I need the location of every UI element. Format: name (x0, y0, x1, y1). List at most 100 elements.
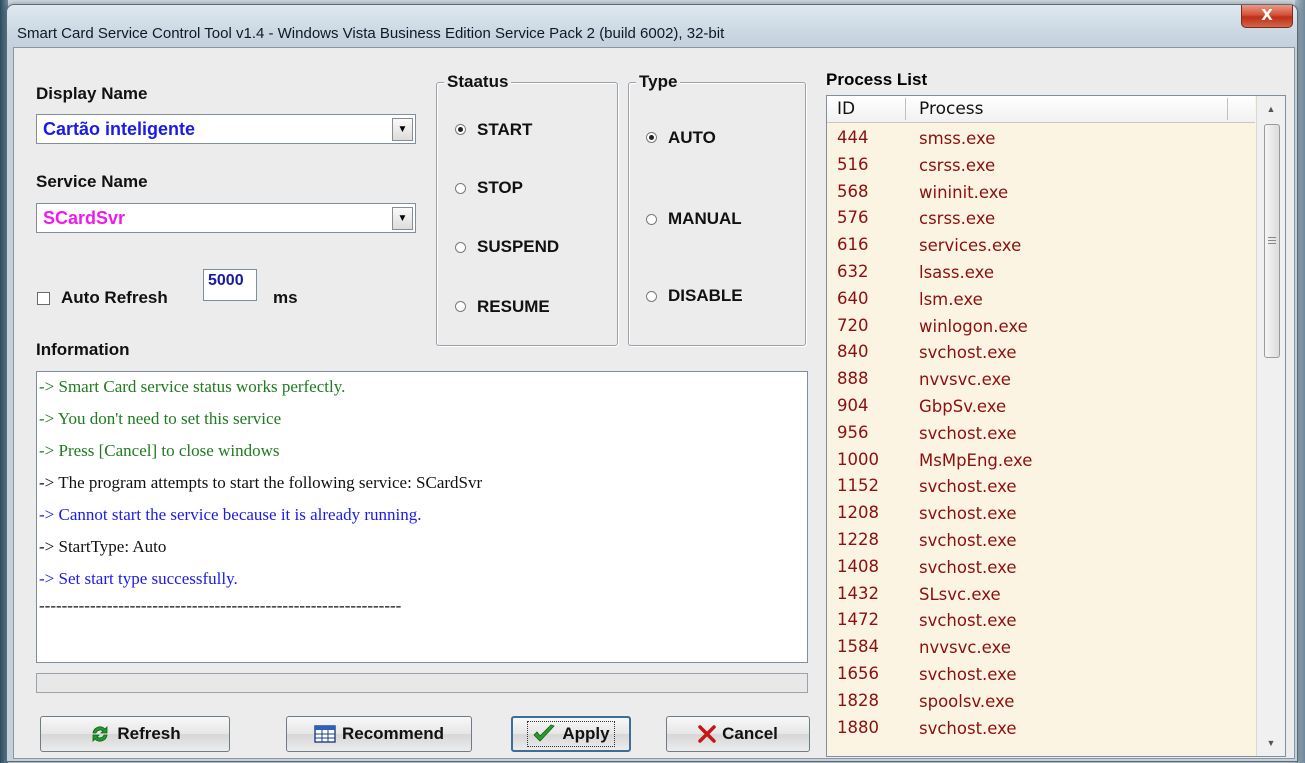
client-area: Display Name Cartão inteligente ▼ Servic… (13, 47, 1295, 759)
process-row[interactable]: 1228 svchost.exe (827, 528, 1255, 555)
status-resume-label[interactable]: RESUME (477, 297, 550, 317)
type-manual-radio[interactable] (646, 214, 657, 225)
grip-icon (1268, 237, 1276, 244)
refresh-interval-input[interactable]: 5000 (203, 269, 257, 301)
app-window: Smart Card Service Control Tool v1.4 - W… (6, 4, 1298, 762)
service-name-combo[interactable]: SCardSvr ▼ (36, 203, 416, 233)
process-id: 632 (837, 261, 869, 281)
status-suspend-radio[interactable] (455, 242, 466, 253)
information-label: Information (36, 340, 130, 359)
process-name: svchost.exe (919, 664, 1017, 684)
type-manual-label[interactable]: MANUAL (668, 209, 742, 229)
process-row[interactable]: 888 nvvsvc.exe (827, 367, 1255, 394)
process-name: svchost.exe (919, 477, 1017, 497)
apply-button-label: Apply (562, 724, 610, 743)
log-line: -> The program attempts to start the fol… (39, 473, 483, 492)
title-bar[interactable]: Smart Card Service Control Tool v1.4 - W… (7, 5, 1297, 47)
process-row[interactable]: 444 smss.exe (827, 126, 1255, 153)
process-row[interactable]: 1828 spoolsv.exe (827, 689, 1255, 716)
service-name-label: Service Name (36, 172, 148, 191)
process-row[interactable]: 956 svchost.exe (827, 421, 1255, 448)
auto-refresh-label: Auto Refresh (61, 288, 168, 307)
status-suspend-label[interactable]: SUSPEND (477, 237, 559, 257)
table-icon (314, 725, 336, 743)
type-auto-radio[interactable] (646, 132, 657, 143)
process-row[interactable]: 1000 MsMpEng.exe (827, 448, 1255, 475)
log-divider: ----------------------------------------… (39, 596, 402, 615)
status-stop-radio[interactable] (455, 183, 466, 194)
status-resume-radio[interactable] (455, 301, 466, 312)
scrollbar-thumb[interactable] (1264, 124, 1280, 358)
process-id: 640 (837, 288, 869, 308)
column-separator[interactable] (905, 98, 906, 120)
process-list[interactable]: ID Process 444 smss.exe 516 csrss.exe 568 win… (826, 95, 1286, 757)
process-row[interactable]: 632 lsass.exe (827, 260, 1255, 287)
process-list-title: Process List (826, 70, 928, 89)
process-name: svchost.exe (919, 718, 1017, 738)
close-button[interactable]: X (1241, 5, 1293, 28)
status-start-label[interactable]: START (477, 120, 532, 140)
recommend-button[interactable]: Recommend (286, 716, 472, 752)
process-id: 956 (837, 422, 869, 442)
process-row[interactable]: 1656 svchost.exe (827, 662, 1255, 689)
process-name: svchost.exe (919, 423, 1017, 443)
column-separator[interactable] (1227, 98, 1228, 120)
process-name: lsm.exe (919, 289, 983, 309)
process-row[interactable]: 616 services.exe (827, 233, 1255, 260)
refresh-icon (92, 726, 108, 742)
status-start-radio[interactable] (455, 124, 466, 135)
type-auto-label[interactable]: AUTO (668, 128, 716, 148)
process-row[interactable]: 576 csrss.exe (827, 206, 1255, 233)
process-row[interactable]: 1432 SLsvc.exe (827, 582, 1255, 609)
process-row[interactable]: 1880 svchost.exe (827, 716, 1255, 743)
process-row[interactable]: 720 winlogon.exe (827, 314, 1255, 341)
information-log[interactable]: -> Smart Card service status works perfe… (36, 371, 808, 663)
auto-refresh-checkbox[interactable] (37, 292, 50, 305)
process-id: 888 (837, 369, 869, 389)
column-header-id[interactable]: ID (837, 96, 855, 122)
process-name: csrss.exe (919, 155, 996, 175)
process-row[interactable]: 1208 svchost.exe (827, 501, 1255, 528)
process-id: 904 (837, 395, 869, 415)
process-row[interactable]: 1472 svchost.exe (827, 608, 1255, 635)
process-row[interactable]: 904 GbpSv.exe (827, 394, 1255, 421)
process-rows: 444 smss.exe 516 csrss.exe 568 wininit.exe 576… (827, 126, 1255, 742)
chevron-down-icon[interactable]: ▼ (392, 118, 413, 141)
process-id: 1408 (837, 556, 879, 576)
process-row[interactable]: 1152 svchost.exe (827, 474, 1255, 501)
type-disable-radio[interactable] (646, 291, 657, 302)
display-name-label: Display Name (36, 84, 148, 103)
scroll-down-icon[interactable]: ▼ (1257, 732, 1285, 754)
process-id: 1584 (837, 637, 879, 657)
cancel-button[interactable]: Cancel (666, 716, 810, 752)
process-row[interactable]: 1584 nvvsvc.exe (827, 635, 1255, 662)
scroll-up-icon[interactable]: ▲ (1257, 98, 1285, 120)
type-disable-label[interactable]: DISABLE (668, 286, 743, 306)
status-group-title: Staatus (444, 72, 512, 92)
cancel-button-label: Cancel (722, 724, 778, 743)
process-name: nvvsvc.exe (919, 370, 1011, 390)
status-stop-label[interactable]: STOP (477, 178, 523, 198)
apply-button[interactable]: Apply (511, 716, 631, 752)
process-name: svchost.exe (919, 504, 1017, 524)
column-header-process[interactable]: Process (919, 96, 984, 122)
cancel-x-icon (698, 725, 716, 743)
process-row[interactable]: 840 svchost.exe (827, 340, 1255, 367)
process-id: 1880 (837, 717, 879, 737)
process-id: 576 (837, 208, 869, 228)
chevron-down-icon[interactable]: ▼ (392, 207, 413, 230)
process-row[interactable]: 640 lsm.exe (827, 287, 1255, 314)
vertical-scrollbar[interactable]: ▲ ▼ (1256, 96, 1285, 756)
refresh-button[interactable]: Refresh (40, 716, 230, 752)
process-id: 1656 (837, 663, 879, 683)
display-name-combo[interactable]: Cartão inteligente ▼ (36, 114, 416, 144)
process-id: 720 (837, 315, 869, 335)
process-row[interactable]: 568 wininit.exe (827, 180, 1255, 207)
process-name: nvvsvc.exe (919, 638, 1011, 658)
process-name: wininit.exe (919, 182, 1009, 202)
log-line: -> Smart Card service status works perfe… (39, 377, 346, 396)
process-row[interactable]: 516 csrss.exe (827, 153, 1255, 180)
process-row[interactable]: 1408 svchost.exe (827, 555, 1255, 582)
process-name: GbpSv.exe (919, 396, 1007, 416)
process-name: svchost.exe (919, 611, 1017, 631)
